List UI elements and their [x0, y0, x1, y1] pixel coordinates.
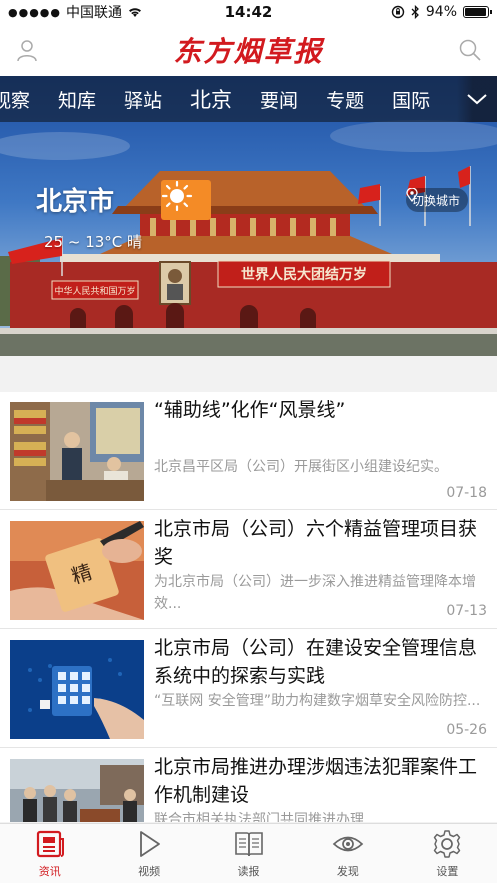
news-summary: “互联网 安全管理”助力构建数字烟草安全风险防控...	[154, 693, 481, 709]
tab-discover[interactable]: 发现	[298, 824, 397, 883]
search-icon[interactable]	[457, 37, 483, 63]
user-icon[interactable]	[14, 37, 40, 63]
slogan-left: 中华人民共和国万岁	[54, 285, 135, 297]
news-summary: 北京昌平区局（公司）开展街区小组建设纪实。	[154, 459, 448, 475]
news-item[interactable]: 北京市局（公司）在建设安全管理信息系统中的探索与实践 “互联网 安全管理”助力构…	[0, 630, 497, 748]
sun-icon	[161, 180, 211, 220]
battery-fill	[465, 8, 486, 16]
tab-read[interactable]: 读报	[199, 824, 298, 883]
play-icon	[140, 830, 161, 857]
battery-icon	[463, 6, 492, 18]
news-icon	[36, 830, 64, 857]
tab-label: 设置	[436, 864, 459, 878]
news-date: 07-18	[446, 485, 487, 501]
news-date: 05-26	[446, 722, 487, 738]
tab-channel-1[interactable]: 观察	[0, 86, 30, 113]
gear-icon	[434, 829, 461, 858]
app-logo: 东方烟草报	[173, 35, 324, 68]
switch-city-label: 切换城市	[412, 193, 461, 208]
news-thumbnail: 精	[10, 521, 144, 620]
weather-city: 北京市	[36, 187, 115, 217]
tab-label: 视频	[138, 864, 161, 878]
news-title: “辅助线”化作“风景线”	[154, 399, 346, 421]
tab-channel-5[interactable]: 要闻	[260, 86, 298, 113]
tab-settings[interactable]: 设置	[398, 824, 497, 883]
tab-channel-3[interactable]: 驿站	[124, 86, 162, 113]
bottom-tab-bar: 资讯 视频 读报 发现 设置	[0, 823, 497, 883]
news-title: 北京市局（公司）六个精益管理项目获奖	[154, 518, 478, 568]
tab-channel-7[interactable]: 国际	[392, 86, 430, 113]
location-pin-icon	[406, 188, 418, 202]
status-bar: ●●●●● 中国联通 14:42 94%	[0, 0, 497, 24]
news-item[interactable]: 北京市局推进办理涉烟违法犯罪案件工作机制建设 联合市相关执法部门共同推进办理	[0, 749, 497, 822]
tab-news[interactable]: 资讯	[0, 824, 99, 883]
chevron-down-icon[interactable]	[457, 76, 497, 122]
wifi-icon	[129, 8, 141, 17]
signal-icon: ●●●●●	[8, 5, 61, 19]
battery-percent: 94%	[425, 4, 457, 20]
channel-nav: 观察 知库 驿站 北京 要闻 专题 国际	[0, 76, 497, 122]
news-item[interactable]: “辅助线”化作“风景线” 北京昌平区局（公司）开展街区小组建设纪实。 07-18	[0, 392, 497, 510]
channel-list: 观察 知库 驿站 北京 要闻 专题 国际	[0, 84, 430, 114]
tab-label: 资讯	[38, 864, 61, 878]
tab-label: 发现	[336, 864, 359, 878]
app-header: 东方烟草报	[0, 24, 497, 76]
news-list: “辅助线”化作“风景线” 北京昌平区局（公司）开展街区小组建设纪实。 07-18…	[0, 392, 497, 822]
news-thumbnail	[10, 640, 144, 739]
tab-channel-4[interactable]: 北京	[190, 84, 232, 114]
tab-channel-6[interactable]: 专题	[326, 86, 364, 113]
weather-temperature: 25 ~ 13°C 晴	[44, 233, 143, 251]
news-summary: 联合市相关执法部门共同推进办理	[154, 812, 364, 822]
news-summary: 为北京市局（公司）进一步深入推进精益管理降本增效...	[154, 574, 476, 612]
news-title: 北京市局推进办理涉烟违法犯罪案件工作机制建设	[154, 756, 478, 806]
status-right: 94%	[391, 4, 492, 20]
carrier-label: 中国联通	[66, 5, 122, 21]
bluetooth-icon	[411, 5, 419, 19]
status-left: ●●●●● 中国联通	[8, 2, 143, 22]
news-date: 07-13	[446, 603, 487, 619]
switch-city-button[interactable]: 切换城市	[406, 188, 469, 212]
eye-icon	[332, 836, 364, 851]
news-item[interactable]: 精 北京市局（公司）六个精益管理项目获奖 为北京市局（公司）进一步深入推进精益管…	[0, 511, 497, 629]
tab-video[interactable]: 视频	[99, 824, 198, 883]
book-icon	[234, 831, 263, 856]
news-title: 北京市局（公司）在建设安全管理信息系统中的探索与实践	[154, 637, 478, 687]
tab-label: 读报	[237, 864, 260, 878]
slogan-right: 世界人民大团结万岁	[241, 266, 367, 283]
news-thumbnail	[10, 759, 144, 822]
news-thumbnail	[10, 402, 144, 501]
tab-channel-2[interactable]: 知库	[58, 86, 96, 113]
rotation-lock-icon	[391, 5, 405, 19]
